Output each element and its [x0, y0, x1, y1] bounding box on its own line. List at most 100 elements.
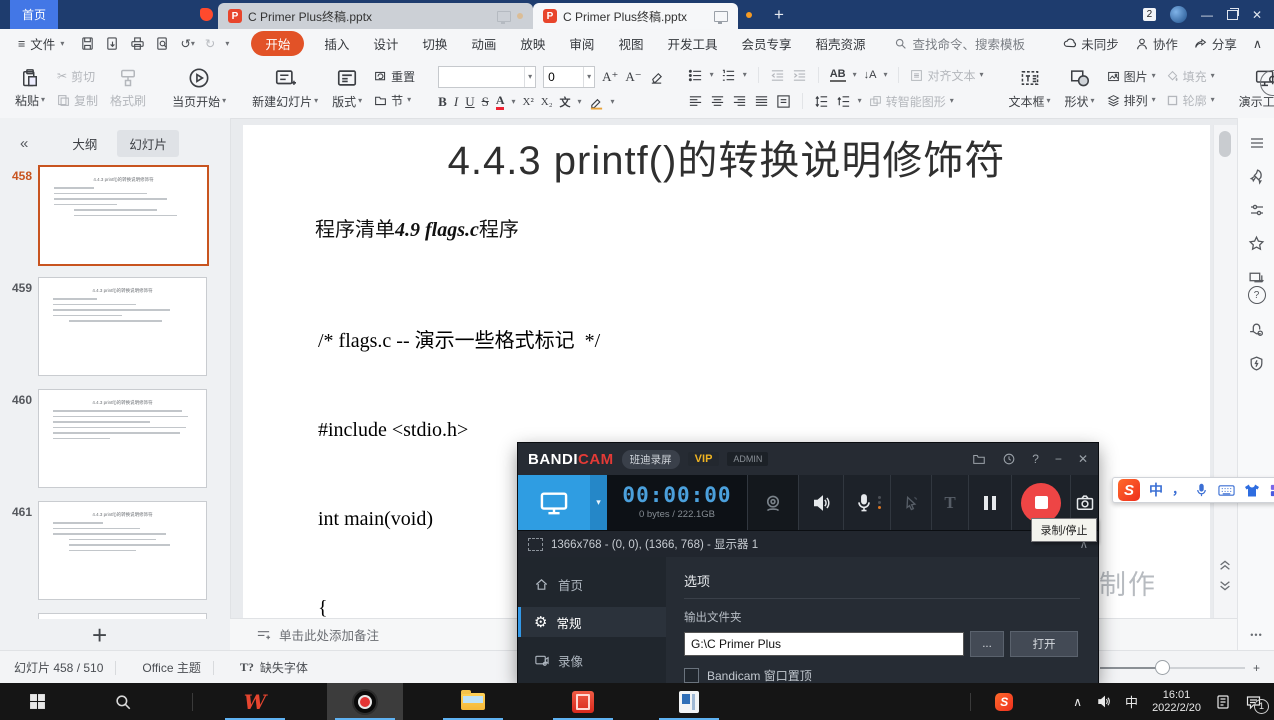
text-overlay-button[interactable]: T: [931, 475, 968, 530]
subscript-button[interactable]: X₂: [541, 96, 553, 108]
volume-icon[interactable]: [1096, 694, 1111, 709]
browse-button[interactable]: ...: [970, 631, 1004, 657]
copy-button[interactable]: 复制: [57, 92, 98, 109]
decrease-indent-icon[interactable]: [770, 68, 785, 83]
start-button[interactable]: [8, 683, 66, 720]
taskbar-search-button[interactable]: [94, 683, 152, 720]
increase-font-button[interactable]: A⁺: [602, 69, 618, 85]
scrollbar-thumb[interactable]: [1219, 131, 1231, 157]
text-box-button[interactable]: 文本框 ▾: [1002, 58, 1058, 118]
align-text-button[interactable]: 对齐文本 ▾: [910, 67, 984, 84]
restore-button[interactable]: [1226, 7, 1239, 20]
taskbar-explorer-app[interactable]: [435, 683, 511, 720]
account-avatar[interactable]: [1169, 6, 1187, 23]
bold-button[interactable]: B: [438, 94, 447, 110]
slide-thumbnail[interactable]: 4.4.3 printf()的转换说明修饰符: [38, 165, 209, 266]
menu-item-home[interactable]: 开始: [251, 31, 305, 56]
align-center-icon[interactable]: [710, 94, 725, 109]
ime-mode-toggle[interactable]: 中: [1149, 480, 1163, 500]
numbered-list-icon[interactable]: [721, 68, 736, 83]
properties-panel-icon[interactable]: [1249, 135, 1265, 151]
undo-button[interactable]: ↺ ▾: [180, 36, 195, 51]
collapse-ribbon-button[interactable]: ∧: [1253, 36, 1262, 51]
tab-home[interactable]: 首页: [10, 0, 58, 29]
punctuation-toggle[interactable]: ，: [1172, 483, 1185, 496]
vertical-scrollbar[interactable]: [1213, 125, 1238, 618]
previous-slide-button[interactable]: [1218, 557, 1232, 571]
font-color-button[interactable]: A: [495, 94, 505, 110]
zoom-in-button[interactable]: +: [1253, 661, 1260, 675]
menu-item-review[interactable]: 审阅: [569, 34, 594, 53]
nav-item-general[interactable]: ⚙ 常规: [518, 607, 666, 637]
toolbox-grid-icon[interactable]: [1269, 483, 1274, 498]
tab-document-inactive[interactable]: P C Primer Plus终稿.pptx: [218, 3, 534, 29]
slide-thumbnail[interactable]: 4.4.3 printf()的转换说明修饰符: [38, 389, 207, 488]
taskbar-office-app[interactable]: [545, 683, 621, 720]
paragraph-spacing-icon[interactable]: [836, 94, 851, 109]
action-center-icon[interactable]: 1: [1245, 694, 1269, 714]
reset-button[interactable]: 重置: [374, 68, 415, 85]
skin-tshirt-icon[interactable]: [1244, 483, 1260, 498]
new-slide-button[interactable]: 新建幻灯片 ▾: [245, 58, 325, 118]
webcam-button[interactable]: [747, 475, 798, 530]
menu-item-devtools[interactable]: 开发工具: [667, 34, 717, 53]
arrange-button[interactable]: 排列 ▾: [1107, 92, 1156, 109]
tab-slides[interactable]: 幻灯片: [117, 130, 179, 157]
bandicam-close-button[interactable]: ✕: [1078, 452, 1088, 466]
text-direction-button[interactable]: ↓A: [864, 69, 877, 81]
bandicam-titlebar[interactable]: BANDICAM 班迪录屏 VIP ADMIN ? − ✕: [518, 443, 1098, 475]
taskbar-wps-app[interactable]: W: [217, 683, 293, 720]
save-button[interactable]: [80, 36, 95, 51]
paste-button[interactable]: 粘贴 ▾: [8, 58, 52, 118]
nav-item-video[interactable]: 录像: [518, 645, 666, 675]
output-folder-input[interactable]: [684, 632, 964, 656]
font-family-input[interactable]: [439, 70, 525, 84]
highlight-pen-icon[interactable]: [589, 95, 604, 110]
clear-format-icon[interactable]: [649, 70, 664, 85]
effects-star-icon[interactable]: [1248, 235, 1265, 252]
help-icon[interactable]: ?: [1247, 286, 1266, 304]
cut-button[interactable]: ✂ 剪切: [57, 68, 98, 85]
format-painter-button[interactable]: 格式刷: [103, 58, 153, 118]
tray-document-icon[interactable]: [1215, 694, 1231, 710]
missing-font-status[interactable]: T? 缺失字体: [240, 659, 308, 676]
tray-ime-indicator[interactable]: 中: [1125, 692, 1138, 711]
collapse-panel-button[interactable]: «: [20, 135, 28, 152]
checkbox-icon[interactable]: [684, 668, 699, 683]
menu-item-animation[interactable]: 动画: [471, 34, 496, 53]
underline-button[interactable]: U: [465, 94, 474, 110]
bullet-list-icon[interactable]: [688, 68, 703, 83]
voice-input-icon[interactable]: [1194, 483, 1209, 498]
justify-icon[interactable]: [754, 94, 769, 109]
print-preview-button[interactable]: [155, 36, 170, 51]
capture-region-bar[interactable]: 1366x768 - (0, 0), (1366, 768) - 显示器 1 ∧: [518, 530, 1098, 557]
convert-loop-icon[interactable]: [1248, 269, 1265, 286]
tray-expand-chevron[interactable]: ∧: [1073, 695, 1082, 709]
tray-sogou-icon[interactable]: S: [995, 692, 1014, 711]
menu-item-design[interactable]: 设计: [373, 34, 398, 53]
font-size-combo[interactable]: ▾: [543, 66, 596, 88]
superscript-button[interactable]: X²: [523, 96, 534, 108]
new-tab-button[interactable]: +: [766, 5, 792, 25]
taskbar-clock[interactable]: 16:01 2022/2/20: [1152, 689, 1201, 715]
bandicam-help-button[interactable]: ?: [1032, 452, 1039, 466]
distribute-icon[interactable]: [776, 94, 791, 109]
font-family-combo[interactable]: ▾: [438, 66, 537, 88]
taskbar-bandicam-app[interactable]: [327, 683, 403, 720]
service-hand-icon[interactable]: [1248, 321, 1265, 338]
quick-tools-rocket-icon[interactable]: [1248, 168, 1265, 185]
phonetic-guide-button[interactable]: 文: [560, 94, 571, 110]
zoom-slider[interactable]: [1099, 659, 1245, 675]
outline-button[interactable]: 轮廓 ▾: [1166, 92, 1215, 109]
fill-button[interactable]: 填充 ▾: [1166, 68, 1215, 85]
next-slide-button[interactable]: [1218, 580, 1232, 594]
mouse-effect-button[interactable]: [890, 475, 931, 530]
slide-thumbnail-partial[interactable]: [38, 613, 207, 619]
italic-button[interactable]: I: [454, 94, 458, 110]
open-folder-icon[interactable]: [972, 452, 986, 466]
export-button[interactable]: [105, 36, 120, 51]
shapes-button[interactable]: 形状 ▾: [1058, 58, 1102, 118]
minimize-button[interactable]: —: [1201, 8, 1213, 22]
menu-item-docer-res[interactable]: 稻壳资源: [815, 34, 865, 53]
microphone-button[interactable]: [843, 475, 890, 530]
